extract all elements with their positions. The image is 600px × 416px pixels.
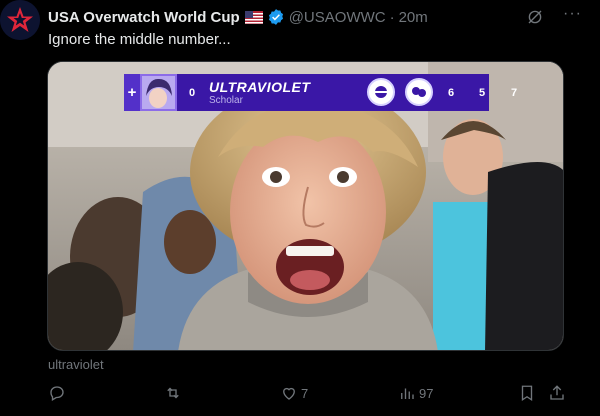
ability-icon-2 — [405, 78, 433, 106]
heart-icon — [283, 387, 295, 400]
stat-assists: 7 — [511, 87, 518, 99]
verified-badge-icon — [268, 9, 283, 25]
separator-dot: · — [389, 8, 395, 26]
author-handle[interactable]: @USAOWWC — [289, 9, 386, 26]
player-name: ULTRAVIOLET — [209, 78, 311, 95]
player-rank: 0 — [188, 86, 196, 99]
bookmark-button[interactable] — [518, 384, 536, 402]
star-logo-icon — [0, 0, 40, 40]
plus-icon: + — [124, 74, 140, 111]
repost-button[interactable] — [164, 384, 185, 402]
hero-portrait — [140, 74, 177, 111]
grok-icon[interactable] — [526, 8, 544, 26]
views-button[interactable]: 97 — [398, 384, 433, 402]
media-caption: ultraviolet — [48, 357, 104, 372]
player-scoreboard-overlay: + 0 ULTRAVIOLET Scholar 6 5 7 — [124, 74, 517, 111]
like-button[interactable]: 7 — [280, 384, 308, 402]
view-count: 97 — [419, 385, 434, 401]
reply-icon — [50, 386, 64, 401]
repost-icon — [167, 387, 179, 399]
share-icon — [550, 385, 564, 400]
post-text: Ignore the middle number... — [48, 31, 231, 48]
views-chart-icon — [401, 388, 414, 399]
author-name[interactable]: USA Overwatch World Cup — [48, 9, 240, 26]
author-avatar[interactable] — [0, 0, 40, 40]
more-options-icon[interactable]: ··· — [563, 5, 582, 23]
post-header: USA Overwatch World Cup @USAOWWC · 20m ·… — [48, 5, 590, 27]
like-count: 7 — [301, 385, 309, 401]
player-role: Scholar — [209, 94, 243, 106]
stat-deaths: 5 — [479, 87, 486, 99]
post-actions: 7 97 — [48, 384, 568, 406]
post-media-image[interactable]: + 0 ULTRAVIOLET Scholar 6 5 7 — [47, 61, 564, 351]
player-bar: 0 ULTRAVIOLET Scholar 6 5 7 — [177, 74, 517, 111]
us-flag-icon — [244, 10, 263, 24]
reply-button[interactable] — [48, 384, 69, 402]
bookmark-icon — [521, 385, 533, 402]
share-button[interactable] — [548, 384, 566, 402]
stat-eliminations: 6 — [448, 87, 455, 99]
ability-icon-1 — [367, 78, 395, 106]
post-time[interactable]: 20m — [399, 9, 428, 26]
